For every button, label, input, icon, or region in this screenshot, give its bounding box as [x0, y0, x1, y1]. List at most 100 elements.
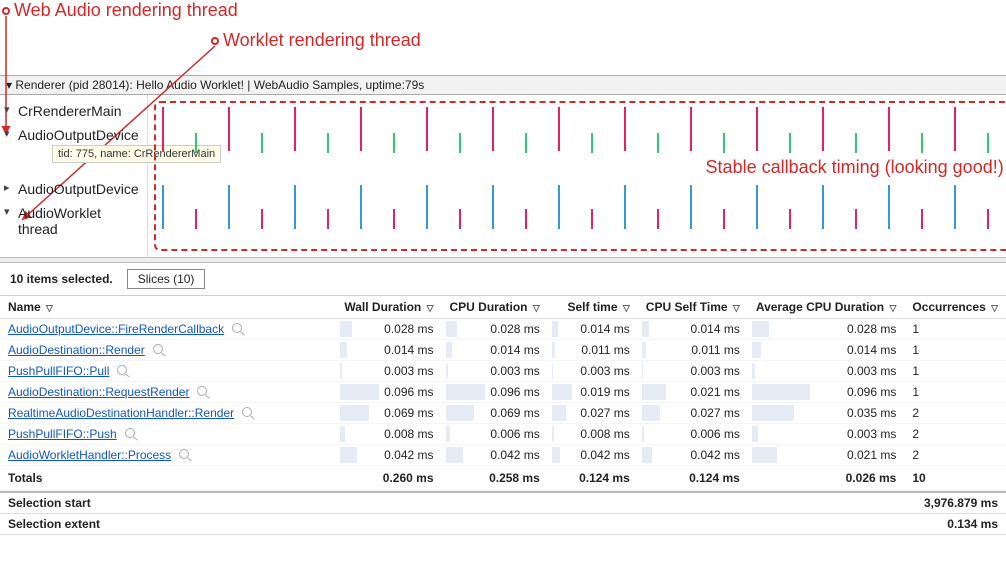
slice-link[interactable]: AudioWorkletHandler::Process: [8, 448, 171, 462]
timeline-tick: [558, 185, 560, 229]
timeline-tick: [690, 185, 692, 229]
magnify-icon[interactable]: [117, 365, 127, 375]
thread-item[interactable]: CrRendererMain: [0, 99, 147, 123]
magnify-icon[interactable]: [125, 428, 135, 438]
annotation-worklet: Worklet rendering thread: [223, 30, 421, 51]
annotation-overlay: Web Audio rendering thread Worklet rende…: [0, 0, 1006, 75]
tick-row-top: [162, 107, 1006, 153]
timeline-tick: [624, 107, 626, 151]
timeline-tick: [657, 133, 659, 153]
timeline-tick: [987, 209, 989, 229]
timeline-tick: [261, 209, 263, 229]
timeline-tick: [492, 185, 494, 229]
footer-row-extent: Selection extent 0.134 ms: [0, 514, 1006, 535]
table-row[interactable]: AudioDestination::RequestRender0.096 ms0…: [0, 382, 1006, 403]
annotation-web-audio: Web Audio rendering thread: [14, 0, 238, 21]
thread-item[interactable]: AudioWorklet thread: [0, 201, 147, 241]
timeline-tick: [162, 185, 164, 229]
column-header[interactable]: Self time ▽: [548, 296, 638, 319]
timeline-tick: [492, 107, 494, 151]
slice-link[interactable]: AudioDestination::Render: [8, 343, 145, 357]
selection-header: 10 items selected. Slices (10): [0, 263, 1006, 296]
timeline-tick: [789, 133, 791, 153]
timeline-area: Stable callback timing (looking good!): [148, 95, 1006, 257]
timeline-tick: [558, 107, 560, 151]
thread-item[interactable]: AudioOutputDevicetid: 775, name: CrRende…: [0, 123, 147, 147]
timeline-tick: [591, 133, 593, 153]
timeline-tick: [855, 209, 857, 229]
timeline-tick: [195, 209, 197, 229]
tick-row-bottom: [162, 185, 1006, 229]
timeline-tick: [690, 107, 692, 151]
timeline-tick: [591, 209, 593, 229]
totals-row: Totals0.260 ms0.258 ms0.124 ms0.124 ms0.…: [0, 466, 1006, 491]
selection-extent-value: 0.134 ms: [947, 517, 998, 531]
timeline-tick: [723, 209, 725, 229]
timeline-tick: [195, 133, 197, 153]
timeline-tick: [756, 107, 758, 151]
callout-label: Stable callback timing (looking good!): [156, 157, 1006, 178]
table-row[interactable]: AudioWorkletHandler::Process0.042 ms0.04…: [0, 445, 1006, 466]
column-header[interactable]: Occurrences ▽: [904, 296, 1006, 319]
table-header-row: Name ▽Wall Duration ▽CPU Duration ▽Self …: [0, 296, 1006, 319]
selection-extent-label: Selection extent: [8, 517, 100, 531]
annotation-circle: [211, 37, 219, 45]
column-header[interactable]: Name ▽: [0, 296, 336, 319]
slices-table: Name ▽Wall Duration ▽CPU Duration ▽Self …: [0, 296, 1006, 491]
timeline-tick: [393, 209, 395, 229]
timeline-callout-box: Stable callback timing (looking good!): [154, 101, 1006, 251]
thread-panel: CrRendererMainAudioOutputDevicetid: 775,…: [0, 95, 1006, 257]
timeline-tick: [459, 133, 461, 153]
timeline-tick: [987, 133, 989, 153]
slice-link[interactable]: AudioDestination::RequestRender: [8, 385, 189, 399]
timeline-tick: [822, 107, 824, 151]
timeline-tick: [954, 185, 956, 229]
magnify-icon[interactable]: [232, 323, 242, 333]
slice-link[interactable]: PushPullFIFO::Push: [8, 427, 117, 441]
timeline-tick: [624, 185, 626, 229]
thread-item[interactable]: AudioOutputDevice: [0, 177, 147, 201]
timeline-tick: [294, 107, 296, 151]
timeline-tick: [822, 185, 824, 229]
table-row[interactable]: PushPullFIFO::Push0.008 ms0.006 ms0.008 …: [0, 424, 1006, 445]
table-row[interactable]: AudioOutputDevice::FireRenderCallback0.0…: [0, 319, 1006, 340]
timeline-tick: [228, 185, 230, 229]
magnify-icon[interactable]: [179, 449, 189, 459]
timeline-tick: [525, 209, 527, 229]
timeline-tick: [360, 107, 362, 151]
timeline-tick: [426, 107, 428, 151]
timeline-tick: [954, 107, 956, 151]
timeline-tick: [921, 133, 923, 153]
footer-row-start: Selection start 3,976.879 ms: [0, 493, 1006, 514]
column-header[interactable]: CPU Self Time ▽: [638, 296, 748, 319]
timeline-tick: [261, 133, 263, 153]
timeline-tick: [327, 133, 329, 153]
magnify-icon[interactable]: [197, 386, 207, 396]
slice-link[interactable]: AudioOutputDevice::FireRenderCallback: [8, 322, 224, 336]
column-header[interactable]: CPU Duration ▽: [442, 296, 548, 319]
timeline-tick: [789, 209, 791, 229]
annotation-circle: [2, 7, 10, 15]
timeline-tick: [228, 107, 230, 151]
timeline-tick: [756, 185, 758, 229]
magnify-icon[interactable]: [153, 344, 163, 354]
timeline-tick: [327, 209, 329, 229]
column-header[interactable]: Average CPU Duration ▽: [748, 296, 905, 319]
process-title[interactable]: ▾ Renderer (pid 28014): Hello Audio Work…: [0, 75, 1006, 95]
timeline-tick: [525, 133, 527, 153]
slices-button[interactable]: Slices (10): [127, 269, 206, 289]
slice-link[interactable]: PushPullFIFO::Pull: [8, 364, 109, 378]
magnify-icon[interactable]: [242, 407, 252, 417]
timeline-tick: [393, 133, 395, 153]
selection-footer: Selection start 3,976.879 ms Selection e…: [0, 491, 1006, 535]
selection-start-label: Selection start: [8, 496, 91, 510]
selection-start-value: 3,976.879 ms: [924, 496, 998, 510]
timeline-tick: [426, 185, 428, 229]
table-row[interactable]: RealtimeAudioDestinationHandler::Render0…: [0, 403, 1006, 424]
column-header[interactable]: Wall Duration ▽: [336, 296, 441, 319]
table-row[interactable]: PushPullFIFO::Pull0.003 ms0.003 ms0.003 …: [0, 361, 1006, 382]
table-row[interactable]: AudioDestination::Render0.014 ms0.014 ms…: [0, 340, 1006, 361]
timeline-tick: [888, 107, 890, 151]
slice-link[interactable]: RealtimeAudioDestinationHandler::Render: [8, 406, 234, 420]
timeline-tick: [360, 185, 362, 229]
